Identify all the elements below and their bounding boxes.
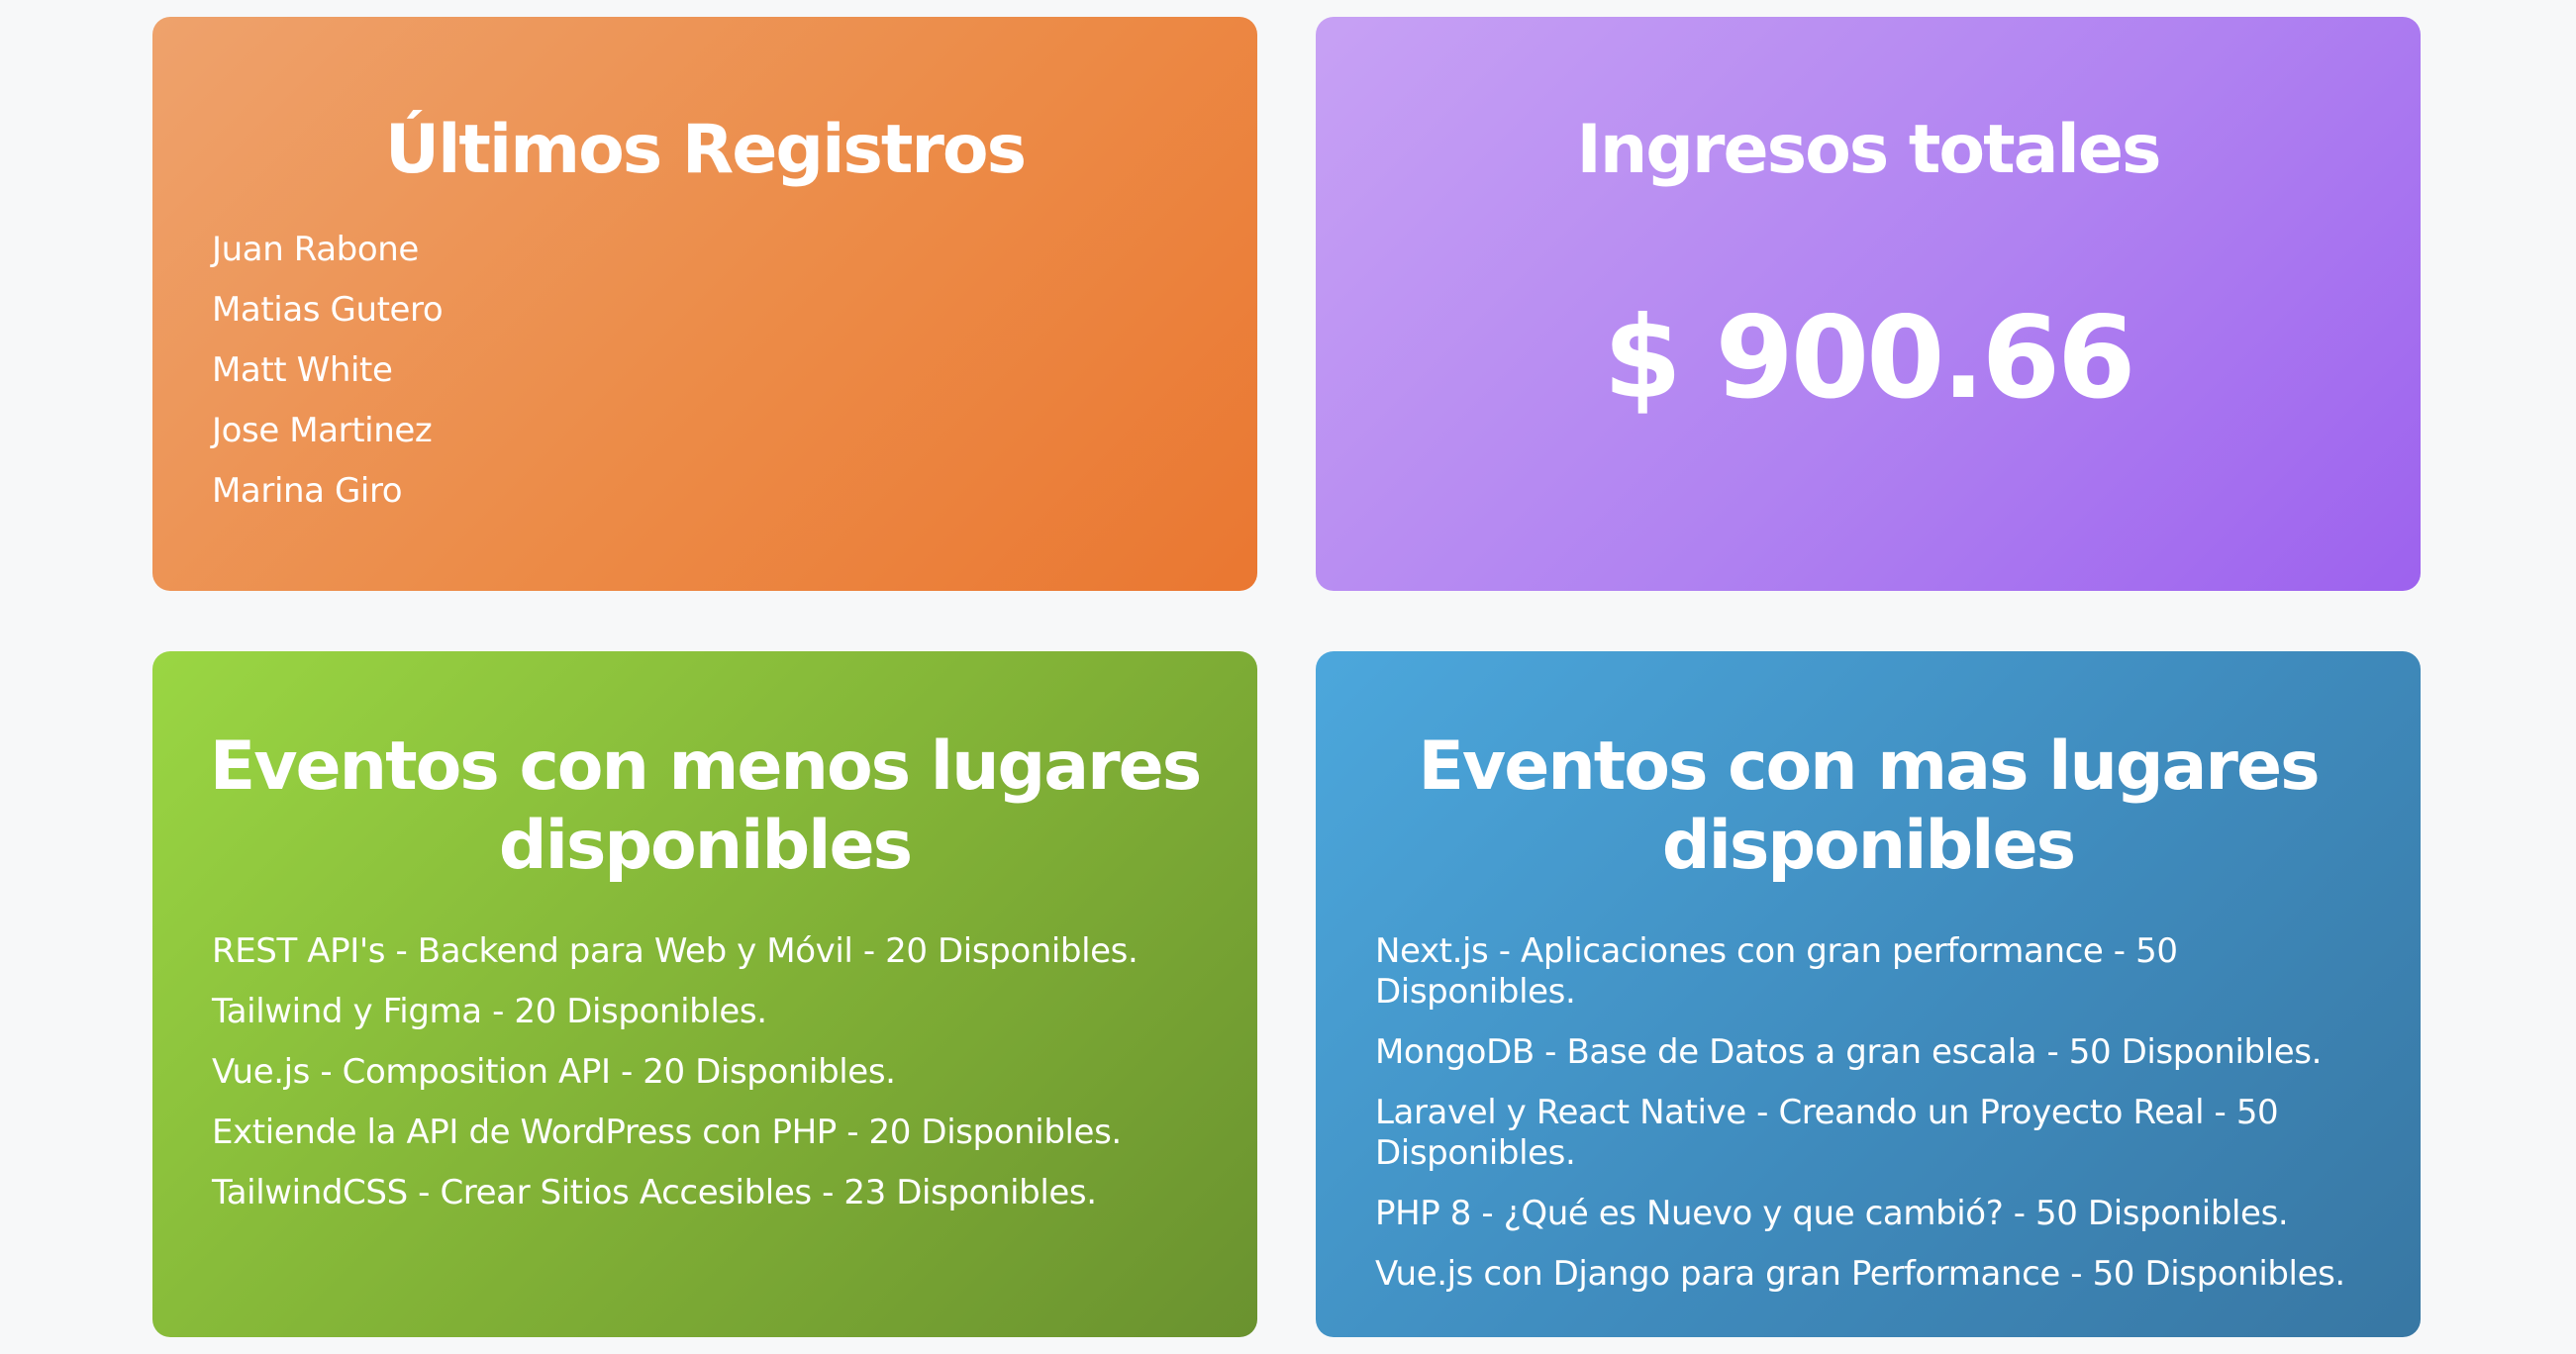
registro-item: Matt White bbox=[212, 350, 393, 390]
registro-item: Juan Rabone bbox=[212, 230, 419, 269]
evento-item: MongoDB - Base de Datos a gran escala - … bbox=[1375, 1032, 2323, 1072]
title-line: Eventos con menos lugares bbox=[209, 727, 1202, 806]
title-line: disponibles bbox=[498, 807, 913, 885]
ingresos-total-amount: $ 900.66 bbox=[1603, 292, 2136, 424]
evento-item: TailwindCSS - Crear Sitios Accesibles - … bbox=[212, 1173, 1097, 1212]
title-line: disponibles bbox=[1661, 807, 2076, 885]
eventos-menos-list: REST API's - Backend para Web y Móvil - … bbox=[212, 931, 1139, 1233]
eventos-mas-lugares-title: Eventos con mas lugares disponibles bbox=[1316, 727, 2421, 886]
eventos-menos-lugares-card: Eventos con menos lugares disponibles RE… bbox=[152, 651, 1257, 1337]
evento-item: Vue.js - Composition API - 20 Disponible… bbox=[212, 1052, 896, 1092]
evento-item: Vue.js con Django para gran Performance … bbox=[1375, 1254, 2345, 1294]
registro-item: Jose Martinez bbox=[212, 411, 433, 450]
ingresos-totales-title: Ingresos totales bbox=[1576, 111, 2162, 189]
ultimos-registros-title: Últimos Registros bbox=[384, 111, 1027, 189]
eventos-menos-lugares-title: Eventos con menos lugares disponibles bbox=[152, 727, 1257, 886]
evento-item: Next.js - Aplicaciones con gran performa… bbox=[1375, 931, 2178, 1012]
ultimos-registros-card: Últimos Registros Juan Rabone Matias Gut… bbox=[152, 17, 1257, 591]
title-line: Eventos con mas lugares bbox=[1418, 727, 2320, 806]
ingresos-totales-card: Ingresos totales $ 900.66 bbox=[1316, 17, 2421, 591]
eventos-mas-list: Next.js - Aplicaciones con gran performa… bbox=[1375, 931, 2375, 1314]
registros-list: Juan Rabone Matias Gutero Matt White Jos… bbox=[212, 230, 444, 532]
eventos-mas-lugares-card: Eventos con mas lugares disponibles Next… bbox=[1316, 651, 2421, 1337]
registro-item: Matias Gutero bbox=[212, 290, 444, 330]
evento-item: REST API's - Backend para Web y Móvil - … bbox=[212, 931, 1139, 971]
registro-item: Marina Giro bbox=[212, 471, 403, 511]
evento-item: Extiende la API de WordPress con PHP - 2… bbox=[212, 1112, 1122, 1152]
evento-item: Laravel y React Native - Creando un Proy… bbox=[1375, 1093, 2279, 1173]
evento-item: PHP 8 - ¿Qué es Nuevo y que cambió? - 50… bbox=[1375, 1194, 2289, 1233]
evento-item: Tailwind y Figma - 20 Disponibles. bbox=[212, 992, 767, 1031]
